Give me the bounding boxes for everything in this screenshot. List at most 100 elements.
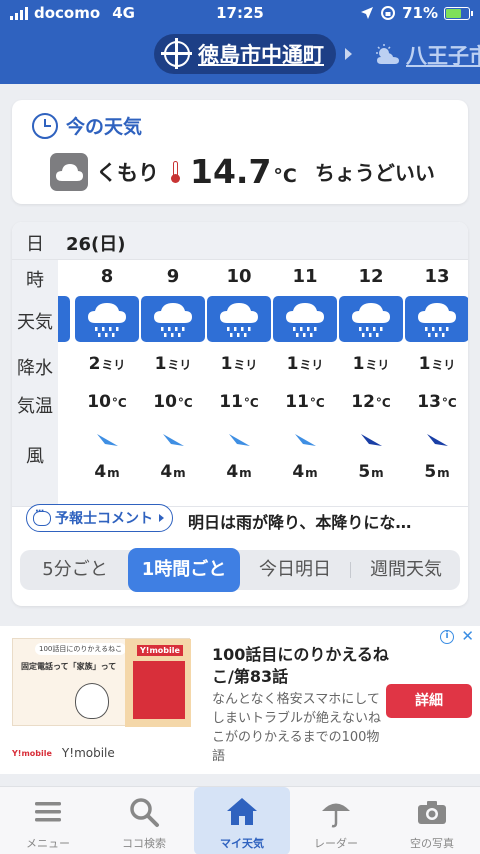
temp-value: 11°C [272,392,338,412]
hour-column[interactable]: 10 1ミリ 11°C 4m [206,260,272,506]
nav-menu[interactable]: メニュー [0,787,96,854]
precip-unit: ミリ [101,358,126,372]
battery-fill [446,8,461,18]
close-icon[interactable]: ✕ [461,627,474,645]
temp-unit: °C [111,396,127,410]
wind-speed-value: 5m [404,462,468,482]
camera-icon [418,801,446,824]
precip-unit: ミリ [365,358,390,372]
precip-amount: 1 [352,354,365,374]
hour-column[interactable]: 8 2ミリ 10°C 4m [74,260,140,506]
nav-my-weather[interactable]: マイ天気 [194,787,290,854]
temp-amount: 13 [417,392,441,412]
clock-icon [32,112,58,139]
nav-radar[interactable]: レーダー [288,787,384,854]
ad-title[interactable]: 100話目にのりかえるねこ/第83話 [212,644,392,688]
tab-weekly[interactable]: 週間天気 [352,550,460,590]
precip-unit: ミリ [431,358,456,372]
chat-bubble-icon [33,506,51,526]
status-bar: docomo 4G 17:25 71% [0,0,480,28]
wind-speed-unit: m [437,466,450,480]
tab-separator [350,562,351,578]
precip-unit: ミリ [233,358,258,372]
hour-column[interactable]: 13 1ミリ 13°C 5m [404,260,468,506]
temp-value: 10°C [74,392,140,412]
ad-banner[interactable]: 100話目にのりかえるねこ 固定電話って「家族」って Y!mobile Y!mo… [0,626,480,774]
hour-value: 13 [424,266,450,287]
day-row: 日 26(日) [12,222,468,260]
current-condition: くもり [96,160,159,185]
tab-today-tomorrow[interactable]: 今日明日 [242,550,348,590]
temp-unit: °C [441,396,457,410]
wind-speed-amount: 4 [226,462,239,482]
wind-label: 風 [26,446,44,467]
temp-unit: °C [177,396,193,410]
precip-amount: 2 [88,354,101,374]
precip-value: 1ミリ [206,354,272,374]
precip-amount: 1 [154,354,167,374]
ad-image[interactable]: 100話目にのりかえるねこ 固定電話って「家族」って Y!mobile [12,638,191,727]
nav-search[interactable]: ココ検索 [96,787,192,854]
wind-speed-unit: m [305,466,318,480]
tab-hourly[interactable]: 1時間ごと [128,548,240,592]
precip-amount: 1 [418,354,431,374]
battery-icon [444,6,473,20]
crosshair-icon [161,38,192,69]
hour-column[interactable]: 11 1ミリ 11°C 4m [272,260,338,506]
wind-speed-unit: m [371,466,384,480]
forecaster-comment-text[interactable]: 明日は雨が降り、本降りにな… [188,509,458,533]
wind-speed-unit: m [107,466,120,480]
current-temperature: 14.7 [190,152,272,191]
nav-search-label: ココ検索 [122,837,166,850]
precip-value: 1ミリ [338,354,404,374]
precip-amount: 1 [220,354,233,374]
day-value: 26(日) [66,234,126,255]
precip-value: 1ミリ [140,354,206,374]
ad-image-text: 固定電話って「家族」って [21,662,117,671]
wind-direction-icon [229,434,250,446]
hour-column[interactable]: 9 1ミリ 10°C 4m [140,260,206,506]
wind-speed-amount: 4 [94,462,107,482]
wind-speed-amount: 4 [160,462,173,482]
rain-icon [339,296,403,342]
hour-column[interactable]: 12 1ミリ 12°C 5m [338,260,404,506]
hour-value: 12 [358,266,384,287]
current-weather-card[interactable]: 今の天気 くもり 14.7 °C ちょうどいい [12,100,468,204]
weather-tile-partial [58,296,70,342]
battery-percent: 71% [402,4,438,22]
current-temperature-unit: °C [273,164,297,187]
rain-icon [273,296,337,342]
ad-description: なんとなく格安スマホにしてしまいトラブルが絶えないねこがのりかえるまでの100物… [212,692,382,764]
search-icon [130,798,159,827]
wind-direction-icon [295,434,316,446]
bottom-nav: メニュー ココ検索 マイ天気 レーダー 空の写真 [0,786,480,854]
ad-details-button[interactable]: 詳細 [386,684,472,718]
precip-value: 1ミリ [404,354,468,374]
temp-unit: °C [375,396,391,410]
precip-label: 降水 [17,358,53,379]
hour-value: 8 [100,266,114,287]
wind-direction-icon [361,434,382,446]
nav-sky-photos[interactable]: 空の写真 [384,787,480,854]
ymobile-logo: Y!mobile [12,748,52,758]
temp-amount: 10 [87,392,111,412]
precip-unit: ミリ [299,358,324,372]
nav-radar-label: レーダー [314,837,358,850]
triangle-right-icon [159,514,164,522]
current-location-button[interactable]: 徳島市中通町 [154,34,336,74]
wind-speed-value: 4m [74,462,140,482]
forecaster-comment-button[interactable]: 予報士コメント [26,504,173,532]
next-location-button[interactable]: 八王子市 [374,40,480,70]
tab-5min[interactable]: 5分ごと [20,550,130,590]
wind-speed-value: 4m [140,462,206,482]
umbrella-icon [322,803,350,828]
precip-unit: ミリ [167,358,192,372]
info-icon[interactable]: i [440,630,454,644]
cloud-icon [50,152,88,191]
ad-brand-name: Y!mobile [61,746,115,760]
precip-amount: 1 [286,354,299,374]
chevron-right-icon [345,48,352,60]
wind-direction-icon [427,434,448,446]
status-right: 71% [360,4,473,22]
app-header: docomo 4G 17:25 71% 徳島市中通町 八王子市 [0,0,480,84]
